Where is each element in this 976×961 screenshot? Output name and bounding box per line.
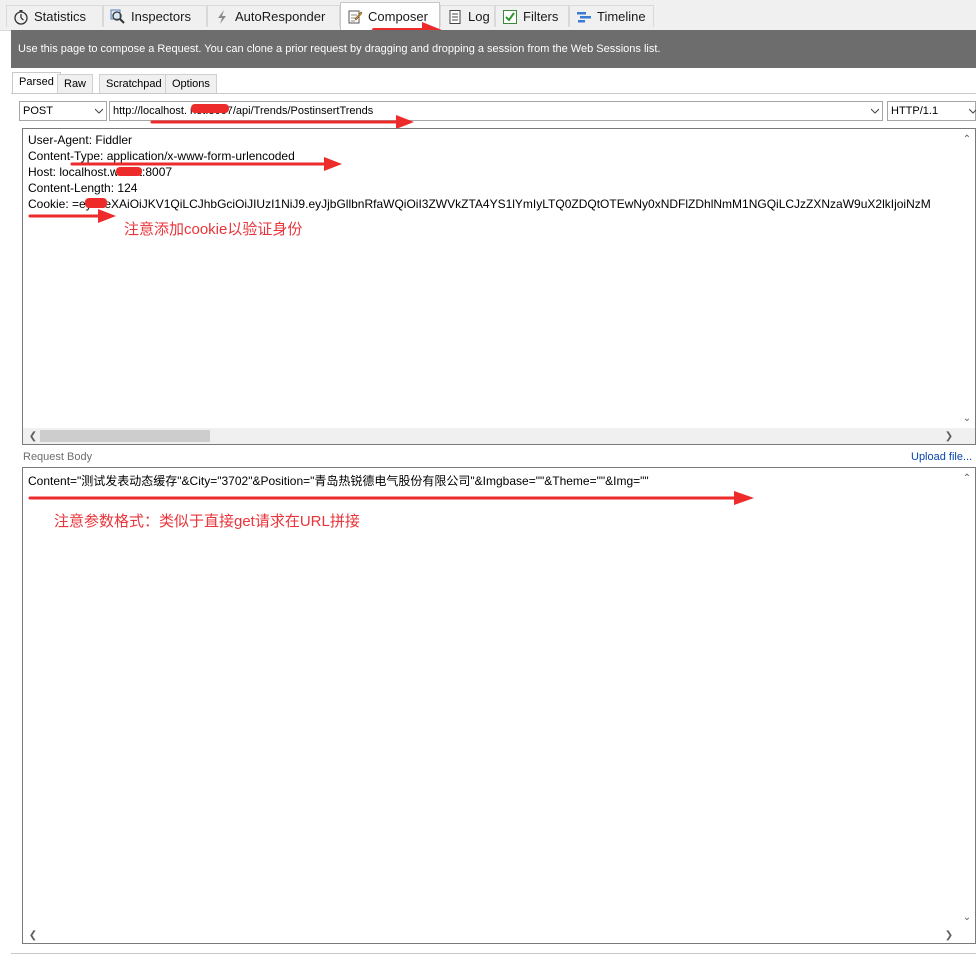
chevron-down-icon — [95, 108, 103, 114]
chevron-down-icon — [969, 108, 976, 114]
scroll-up-icon[interactable]: ⌃ — [959, 470, 975, 486]
tab-filters[interactable]: Filters — [495, 5, 569, 27]
scroll-right-icon[interactable]: ❯ — [941, 927, 957, 943]
composer-info-banner: Use this page to compose a Request. You … — [11, 30, 976, 68]
request-headers-textbox[interactable]: User-Agent: Fiddler Content-Type: applic… — [22, 128, 976, 445]
horizontal-scrollbar[interactable]: ❮ ❯ — [23, 428, 975, 444]
tab-label: Timeline — [597, 9, 646, 24]
subtab-label: Options — [172, 78, 210, 90]
tab-label: Filters — [523, 9, 559, 24]
horizontal-scrollbar[interactable]: ❮ ❯ — [23, 927, 975, 943]
stopwatch-icon — [14, 9, 28, 25]
tab-autoresponder[interactable]: AutoResponder — [207, 5, 340, 27]
headers-annotation: 注意添加cookie以验证身份 — [124, 221, 303, 238]
magnifier-icon — [110, 9, 125, 24]
subtab-options[interactable]: Options — [165, 74, 217, 93]
body-annotation: 注意参数格式：类似于直接get请求在URL拼接 — [54, 513, 360, 530]
scroll-down-icon[interactable]: ⌄ — [959, 410, 975, 426]
subtab-label: Scratchpad — [106, 78, 162, 90]
annotation-arrow — [70, 157, 342, 171]
pencil-pad-icon — [348, 10, 363, 23]
tab-inspectors[interactable]: Inspectors — [103, 5, 207, 27]
timeline-icon — [577, 11, 591, 22]
lightning-icon — [218, 9, 226, 24]
scroll-up-icon[interactable]: ⌃ — [959, 131, 975, 147]
method-select[interactable]: POST — [19, 101, 107, 121]
tab-label: AutoResponder — [235, 9, 326, 24]
checkbox-icon — [503, 9, 517, 24]
subtab-raw[interactable]: Raw — [57, 74, 94, 93]
scroll-left-icon[interactable]: ❮ — [25, 428, 41, 444]
annotation-arrow — [28, 209, 116, 223]
upload-file-link[interactable]: Upload file... — [911, 451, 972, 463]
header-line: Cookie: =eyJ0eXAiOiJKV1QiLCJhbGciOiJIUzI… — [28, 197, 931, 211]
document-icon — [449, 9, 461, 24]
subtab-label: Parsed — [19, 76, 54, 88]
http-version-value: HTTP/1.1 — [891, 105, 939, 117]
chevron-down-icon — [871, 108, 879, 114]
scroll-left-icon[interactable]: ❮ — [25, 927, 41, 943]
tab-statistics[interactable]: Statistics — [6, 5, 103, 27]
subtab-label: Raw — [64, 78, 87, 90]
http-version-select[interactable]: HTTP/1.1 — [887, 101, 976, 121]
scroll-right-icon[interactable]: ❯ — [941, 428, 957, 444]
body-content: Content="测试发表动态缓存"&City="3702"&Position=… — [28, 474, 649, 488]
header-line: Content-Length: 124 — [28, 181, 138, 195]
request-body-textbox[interactable]: Content="测试发表动态缓存"&City="3702"&Position=… — [22, 467, 976, 944]
panel-bottom-border — [11, 953, 976, 954]
tab-timeline[interactable]: Timeline — [569, 5, 654, 27]
method-value: POST — [23, 105, 53, 117]
scroll-thumb[interactable] — [40, 430, 210, 442]
vertical-scrollbar[interactable]: ⌃ ⌄ — [959, 129, 975, 428]
tab-strip: Statistics Inspectors AutoResponder Comp… — [0, 0, 976, 31]
scroll-down-icon[interactable]: ⌄ — [959, 909, 975, 925]
tab-log[interactable]: Log — [440, 5, 495, 27]
tab-label: Log — [468, 9, 490, 24]
header-line: User-Agent: Fiddler — [28, 133, 133, 147]
vertical-scrollbar[interactable]: ⌃ ⌄ — [959, 468, 975, 927]
tab-label: Statistics — [34, 9, 87, 24]
tab-label: Inspectors — [131, 9, 191, 24]
subtab-parsed[interactable]: Parsed — [12, 72, 61, 93]
banner-text: Use this page to compose a Request. You … — [18, 43, 661, 55]
annotation-arrow — [28, 491, 754, 505]
composer-subtabs: Parsed Raw Scratchpad Options — [11, 72, 976, 94]
request-body-label: Request Body — [23, 451, 93, 463]
subtab-scratchpad[interactable]: Scratchpad — [99, 74, 169, 93]
